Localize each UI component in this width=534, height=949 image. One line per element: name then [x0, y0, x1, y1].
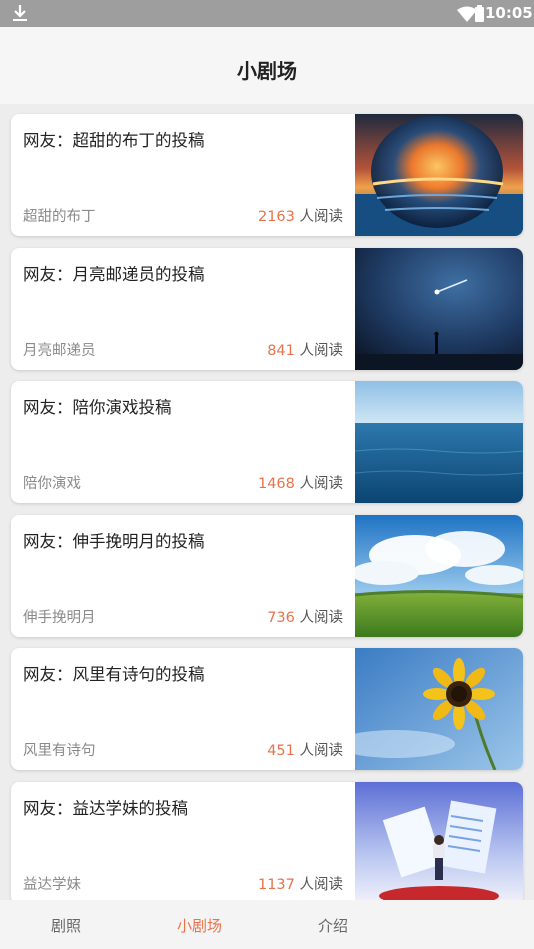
post-author: 月亮邮递员 [23, 343, 96, 359]
download-icon [11, 4, 29, 26]
read-suffix: 人阅读 [299, 343, 344, 359]
post-title: 网友：超甜的布丁的投稿 [23, 131, 205, 150]
read-number: 841 [267, 343, 295, 359]
night-sky-meteor-image [355, 248, 523, 370]
illustration-paper-image [355, 782, 523, 904]
read-suffix: 人阅读 [299, 209, 344, 225]
status-bar: 10:05 [0, 0, 534, 27]
post-card[interactable]: 网友：陪你演戏投稿 陪你演戏 1468 人阅读 [11, 381, 523, 503]
battery-icon [475, 5, 484, 26]
post-author: 风里有诗句 [23, 743, 96, 759]
read-count: 1137 人阅读 [258, 873, 343, 894]
read-number: 1468 [257, 476, 295, 492]
app-header: 小剧场 [0, 27, 534, 104]
tab-intro[interactable]: 介绍 [318, 915, 348, 936]
read-number: 736 [267, 610, 295, 626]
grassland-clouds-image [355, 515, 523, 637]
post-author: 超甜的布丁 [23, 209, 96, 225]
post-card[interactable]: 网友：月亮邮递员的投稿 月亮邮递员 841 人阅读 [11, 248, 523, 370]
read-suffix: 人阅读 [299, 610, 344, 626]
tab-theater[interactable]: 小剧场 [177, 915, 222, 936]
post-author: 陪你演戏 [23, 476, 81, 492]
post-title: 网友：伸手挽明月的投稿 [23, 532, 205, 551]
post-title: 网友：陪你演戏投稿 [23, 398, 172, 417]
read-number: 451 [267, 743, 295, 759]
post-author: 益达学妹 [23, 877, 81, 893]
read-count: 1468 人阅读 [258, 472, 343, 493]
read-count: 2163 人阅读 [258, 205, 343, 226]
sunflower-sky-image [355, 648, 523, 770]
post-card[interactable]: 网友：风里有诗句的投稿 风里有诗句 451 人阅读 [11, 648, 523, 770]
read-count: 841 人阅读 [267, 339, 343, 360]
status-time: 10:05 [485, 4, 533, 22]
ocean-horizon-image [355, 381, 523, 503]
post-title: 网友：益达学妹的投稿 [23, 799, 188, 818]
post-card[interactable]: 网友：伸手挽明月的投稿 伸手挽明月 736 人阅读 [11, 515, 523, 637]
read-number: 2163 [257, 209, 295, 225]
page-title: 小剧场 [237, 59, 297, 83]
post-author: 伸手挽明月 [23, 610, 96, 626]
read-suffix: 人阅读 [299, 476, 344, 492]
post-title: 网友：月亮邮递员的投稿 [23, 265, 205, 284]
read-count: 736 人阅读 [267, 606, 343, 627]
tab-stills[interactable]: 剧照 [51, 915, 81, 936]
post-card[interactable]: 网友：超甜的布丁的投稿 超甜的布丁 2163 人阅读 [11, 114, 523, 236]
sunset-sphere-image [355, 114, 523, 236]
read-count: 451 人阅读 [267, 739, 343, 760]
post-card[interactable]: 网友：益达学妹的投稿 益达学妹 1137 人阅读 [11, 782, 523, 904]
read-suffix: 人阅读 [299, 877, 344, 893]
bottom-tab-bar: 剧照 小剧场 介绍 [0, 900, 534, 949]
read-number: 1137 [257, 877, 295, 893]
read-suffix: 人阅读 [299, 743, 344, 759]
post-title: 网友：风里有诗句的投稿 [23, 665, 205, 684]
